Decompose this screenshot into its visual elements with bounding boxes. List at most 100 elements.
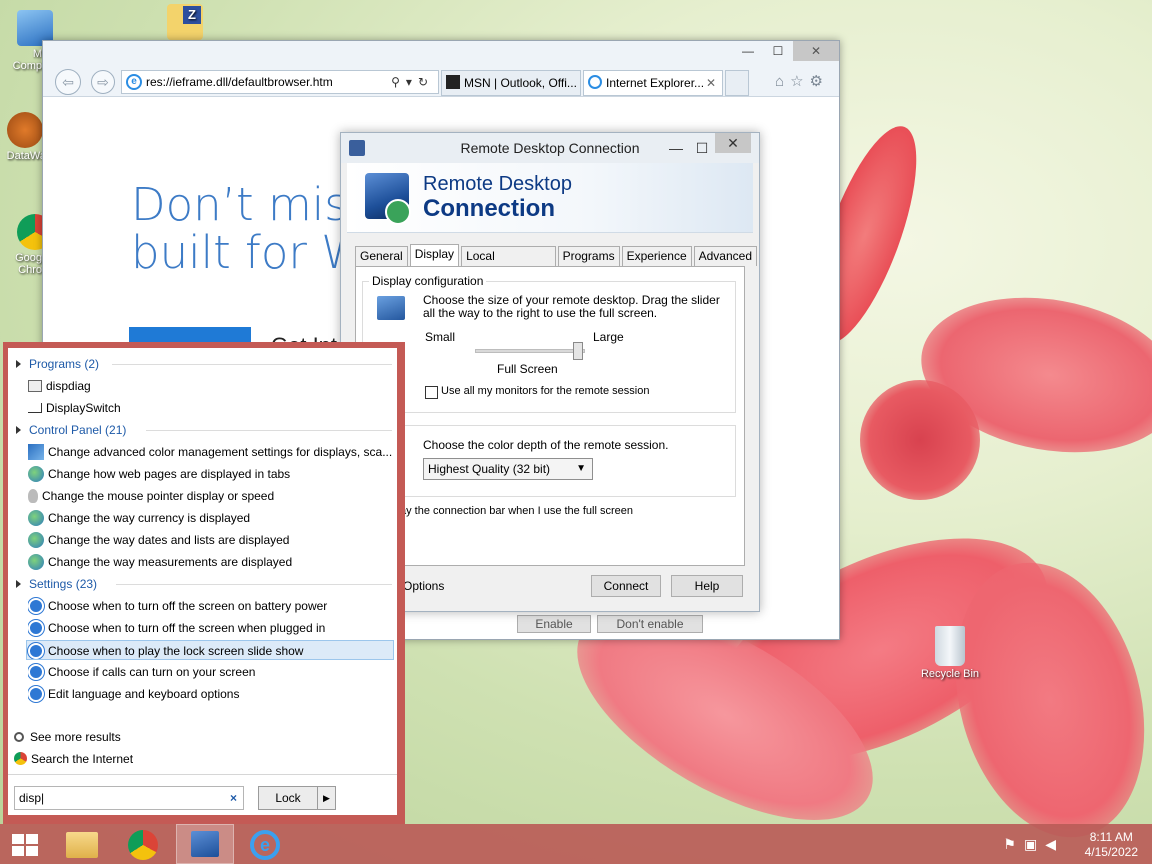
action-center-flag-icon[interactable]: ⚑ — [1003, 836, 1024, 852]
tab-advanced[interactable]: Advanced — [693, 246, 757, 266]
clock-date: 4/15/2022 — [1084, 845, 1138, 859]
minimize-button[interactable]: — — [733, 41, 763, 61]
result-label: dispdiag — [46, 379, 91, 393]
clear-search-icon[interactable]: × — [230, 787, 237, 809]
tab-label: MSN | Outlook, Offi... — [464, 76, 577, 90]
network-icon[interactable]: ▣ — [1024, 836, 1045, 852]
clock-time: 8:11 AM — [1089, 830, 1133, 844]
address-bar[interactable]: e res://ieframe.dll/defaultbrowser.htm ⚲… — [121, 70, 439, 94]
taskbar: e ⚑▣◀ 8:11 AM 4/15/2022 — [0, 824, 1152, 864]
category-settings[interactable]: Settings (23) — [16, 574, 392, 594]
expand-triangle-icon — [16, 580, 21, 588]
minimize-button[interactable]: — — [663, 133, 689, 163]
maximize-button[interactable]: ☐ — [763, 41, 793, 61]
slider-small-label: Small — [425, 330, 456, 344]
power-options-arrow-icon[interactable]: ▶ — [317, 787, 335, 809]
search-internet-link[interactable]: Search the Internet — [14, 749, 380, 769]
display-description: Choose the size of your remote desktop. … — [423, 293, 720, 320]
result-web-pages-tabs[interactable]: Change how web pages are displayed in ta… — [28, 464, 394, 484]
result-dispdiag[interactable]: dispdiag — [28, 376, 394, 396]
promo-line-1: Don’t miss — [131, 178, 372, 231]
resolution-slider-thumb[interactable] — [573, 342, 583, 360]
expand-triangle-icon — [16, 426, 21, 434]
ie-toolbar-icons[interactable]: ⌂☆⚙ — [775, 72, 829, 90]
region-globe-icon — [28, 553, 44, 570]
enable-button[interactable]: Enable — [517, 615, 591, 633]
address-tools[interactable]: ⚲▾↻ — [391, 71, 434, 93]
start-button[interactable] — [0, 824, 58, 864]
color-depth-select[interactable]: Highest Quality (32 bit) ▼ — [423, 458, 593, 480]
tab-general[interactable]: General — [355, 246, 408, 266]
result-currency[interactable]: Change the way currency is displayed — [28, 508, 394, 528]
color-depth-value: Highest Quality (32 bit) — [428, 462, 551, 476]
folder-icon — [66, 832, 98, 858]
taskbar-internet-explorer[interactable]: e — [236, 824, 294, 864]
tab-experience[interactable]: Experience — [621, 246, 692, 266]
result-label: Choose when to turn off the screen when … — [48, 621, 326, 635]
taskbar-remote-desktop[interactable] — [176, 824, 234, 864]
options-toggle[interactable]: Options — [403, 579, 444, 593]
display-configuration-group: Display configuration Choose the size of… — [362, 274, 736, 413]
close-button[interactable]: ✕ — [793, 41, 839, 61]
display-switch-icon — [28, 402, 42, 413]
lock-button[interactable]: Lock ▶ — [258, 786, 336, 810]
result-dates-lists[interactable]: Change the way dates and lists are displ… — [28, 530, 394, 550]
rdc-display-panel: Display configuration Choose the size of… — [355, 266, 745, 566]
chrome-icon — [128, 830, 158, 860]
tab-programs[interactable]: Programs — [557, 246, 620, 266]
help-button[interactable]: Help — [671, 575, 743, 597]
internet-options-icon — [28, 465, 44, 482]
colors-group: Choose the color depth of the remote ses… — [362, 425, 736, 497]
result-screen-battery[interactable]: Choose when to turn off the screen on ba… — [28, 596, 394, 616]
dont-enable-button[interactable]: Don't enable — [597, 615, 703, 633]
address-text: res://ieframe.dll/defaultbrowser.htm — [146, 75, 333, 89]
result-color-management[interactable]: Change advanced color management setting… — [28, 442, 394, 462]
back-button[interactable]: ⇦ — [55, 69, 81, 95]
settings-gear-icon — [28, 619, 44, 636]
resolution-slider-track[interactable] — [475, 349, 585, 353]
result-language-keyboard[interactable]: Edit language and keyboard options — [28, 684, 394, 704]
banner-line-2: Connection — [423, 195, 555, 222]
result-screen-plugged-in[interactable]: Choose when to turn off the screen when … — [28, 618, 394, 638]
maximize-button[interactable]: ☐ — [689, 133, 715, 163]
wallpaper-flower-center — [860, 380, 980, 500]
result-mouse-pointer[interactable]: Change the mouse pointer display or spee… — [28, 486, 394, 506]
link-label: See more results — [30, 730, 121, 744]
category-rule — [146, 430, 392, 431]
close-button[interactable]: ✕ — [715, 133, 751, 153]
volume-muted-icon[interactable]: ◀ — [1045, 836, 1064, 852]
taskbar-file-explorer[interactable] — [56, 824, 114, 864]
ie-icon: e — [250, 830, 280, 860]
result-lock-screen-slideshow[interactable]: Choose when to play the lock screen slid… — [26, 640, 394, 660]
desktop-icon-recycle-bin[interactable]: Recycle Bin — [914, 626, 986, 680]
ie-titlebar[interactable]: — ☐ ✕ — [43, 41, 839, 67]
see-more-results-link[interactable]: See more results — [14, 727, 380, 747]
tab-display[interactable]: Display — [409, 244, 460, 266]
result-label: Change the way dates and lists are displ… — [48, 533, 290, 547]
ie-page-icon: e — [126, 74, 142, 90]
category-programs[interactable]: Programs (2) — [16, 354, 392, 374]
new-tab-button[interactable] — [725, 70, 749, 96]
tab-internet-explorer[interactable]: Internet Explorer... ✕ — [583, 70, 723, 96]
taskbar-chrome[interactable] — [114, 824, 172, 864]
tab-local-resources[interactable]: Local Resources — [461, 246, 556, 282]
result-label: Choose if calls can turn on your screen — [48, 665, 256, 679]
desktop-icon-zip[interactable]: Z — [150, 4, 220, 42]
recycle-bin-label: Recycle Bin — [920, 668, 980, 680]
tab-msn[interactable]: MSN | Outlook, Offi... — [441, 70, 581, 96]
chrome-icon — [14, 752, 27, 766]
connect-button[interactable]: Connect — [591, 575, 661, 597]
system-tray[interactable]: ⚑▣◀ — [1003, 836, 1064, 853]
forward-button[interactable]: ⇨ — [91, 70, 115, 94]
result-measurements[interactable]: Change the way measurements are displaye… — [28, 552, 394, 572]
clock[interactable]: 8:11 AM 4/15/2022 — [1085, 830, 1138, 860]
rdc-titlebar[interactable]: Remote Desktop Connection — ☐ ✕ — [341, 133, 759, 163]
result-calls-screen[interactable]: Choose if calls can turn on your screen — [28, 662, 394, 682]
tab-label: Internet Explorer... — [606, 76, 705, 90]
result-displayswitch[interactable]: DisplaySwitch — [28, 398, 394, 418]
use-all-monitors-checkbox[interactable] — [425, 386, 438, 399]
category-control-panel[interactable]: Control Panel (21) — [16, 420, 392, 440]
search-input[interactable]: disp| × — [14, 786, 244, 810]
tab-close-icon[interactable]: ✕ — [706, 71, 716, 95]
connection-bar-label: ay the connection bar when I use the ful… — [400, 505, 633, 517]
